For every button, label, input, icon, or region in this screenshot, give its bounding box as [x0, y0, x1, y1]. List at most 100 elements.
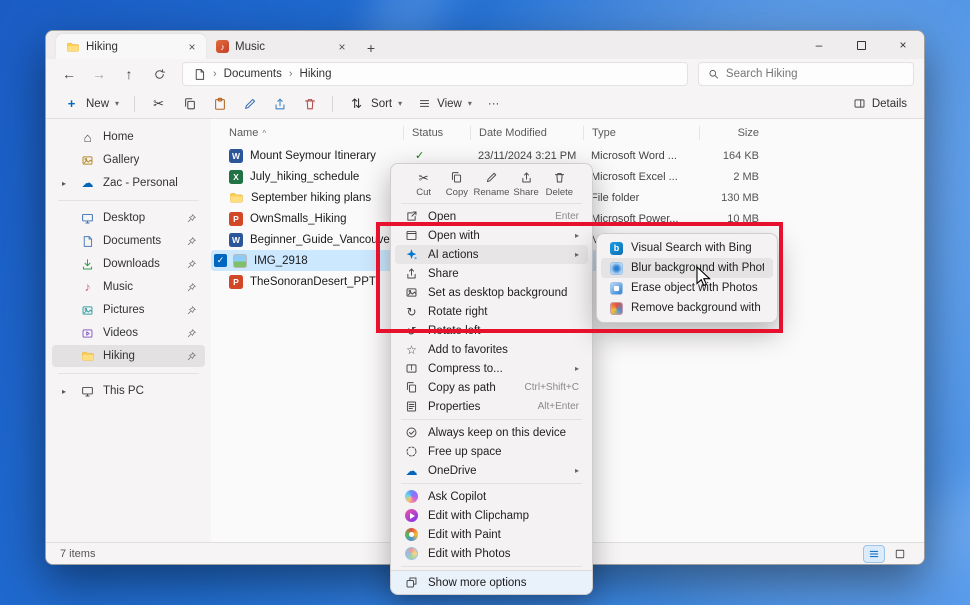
menu-item-ai-actions[interactable]: AI actions ▸: [395, 245, 588, 264]
quick-cut-button[interactable]: ✂ Cut: [407, 170, 440, 198]
menu-item-free-up-space[interactable]: Free up space: [395, 442, 588, 461]
menu-item-onedrive[interactable]: ☁ OneDrive ▸: [395, 461, 588, 480]
star-icon: ☆: [404, 343, 419, 357]
quick-rename-button[interactable]: Rename: [474, 170, 510, 198]
copy-button[interactable]: [176, 92, 204, 116]
menu-item-properties[interactable]: Properties Alt+Enter: [395, 397, 588, 416]
share-icon: [520, 170, 533, 185]
tab-label: Music: [235, 41, 328, 53]
clipchamp-icon: [404, 509, 419, 522]
sidebar-item-home[interactable]: ⌂ Home: [52, 126, 205, 148]
photos-blur-icon: [610, 262, 623, 275]
tab-music[interactable]: ♪ Music ×: [206, 34, 356, 59]
documents-icon: [80, 235, 95, 248]
tab-close-icon[interactable]: ×: [184, 40, 200, 54]
column-header-type[interactable]: Type: [583, 126, 699, 140]
large-icons-view-toggle[interactable]: [890, 546, 910, 562]
chevron-right-icon[interactable]: ▸: [62, 179, 66, 188]
cut-button[interactable]: ✂: [143, 92, 174, 116]
sidebar-item-videos[interactable]: Videos: [52, 322, 205, 344]
up-button[interactable]: ↑: [116, 62, 142, 86]
maximize-button[interactable]: [840, 31, 882, 59]
sidebar-item-label: Downloads: [103, 258, 160, 270]
menu-item-add-to-favorites[interactable]: ☆ Add to favorites: [395, 340, 588, 359]
tab-close-icon[interactable]: ×: [334, 40, 350, 54]
sort-button[interactable]: ⇅ Sort ▾: [341, 92, 409, 116]
breadcrumb-item-hiking[interactable]: Hiking: [300, 68, 332, 80]
sidebar-item-label: Pictures: [103, 304, 145, 316]
sidebar-item-desktop[interactable]: Desktop: [52, 207, 205, 229]
column-header-status[interactable]: Status: [403, 126, 470, 140]
delete-button[interactable]: [296, 92, 324, 116]
menu-item-ask-copilot[interactable]: Ask Copilot: [395, 487, 588, 506]
paste-button[interactable]: [206, 92, 234, 116]
menu-item-set-as-desktop-background[interactable]: Set as desktop background: [395, 283, 588, 302]
file-type: Microsoft Word ...: [583, 145, 699, 166]
sidebar-item-music[interactable]: ♪ Music: [52, 276, 205, 298]
menu-item-always-keep-on-device[interactable]: Always keep on this device: [395, 423, 588, 442]
submenu-item-blur-background-photos[interactable]: Blur background with Photos: [601, 258, 773, 278]
share-button[interactable]: [266, 92, 294, 116]
menu-item-open[interactable]: Open Enter: [395, 207, 588, 226]
quick-copy-button[interactable]: Copy: [440, 170, 473, 198]
column-header-name[interactable]: Name ^: [211, 126, 403, 140]
sidebar-item-documents[interactable]: Documents: [52, 230, 205, 252]
breadcrumb[interactable]: › Documents › Hiking: [182, 62, 688, 86]
refresh-button[interactable]: [146, 62, 172, 86]
tab-hiking[interactable]: Hiking ×: [56, 34, 206, 59]
sidebar-item-pictures[interactable]: Pictures: [52, 299, 205, 321]
check-circle-icon: [404, 426, 419, 439]
sidebar-item-label: Music: [103, 281, 133, 293]
new-button[interactable]: + New ▾: [56, 92, 126, 116]
details-pane-button[interactable]: Details: [846, 92, 914, 116]
forward-button[interactable]: →: [86, 62, 112, 86]
search-box[interactable]: [698, 62, 914, 86]
file-name: TheSonoranDesert_PPT: [250, 276, 376, 288]
sidebar-item-downloads[interactable]: Downloads: [52, 253, 205, 275]
quick-share-button[interactable]: Share: [509, 170, 542, 198]
menu-item-rotate-left[interactable]: ↺ Rotate left: [395, 321, 588, 340]
column-header-date-modified[interactable]: Date Modified: [470, 126, 583, 140]
properties-icon: [404, 400, 419, 413]
list-view-toggle[interactable]: [864, 546, 884, 562]
menu-item-edit-with-clipchamp[interactable]: Edit with Clipchamp: [395, 506, 588, 525]
menu-item-edit-with-photos[interactable]: Edit with Photos: [395, 544, 588, 563]
synced-icon: ✓: [415, 149, 424, 162]
minimize-button[interactable]: –: [798, 31, 840, 59]
home-icon: ⌂: [80, 130, 95, 145]
more-options-button[interactable]: ···: [481, 92, 507, 116]
copy-icon: [183, 97, 197, 111]
column-header-size[interactable]: Size: [699, 126, 769, 140]
menu-item-rotate-right[interactable]: ↻ Rotate right: [395, 302, 588, 321]
sidebar-item-onedrive-personal[interactable]: ▸ ☁ Zac - Personal: [52, 172, 205, 194]
chevron-right-icon[interactable]: ▸: [62, 387, 66, 396]
sidebar-item-this-pc[interactable]: ▸ This PC: [52, 380, 205, 402]
submenu-item-visual-search-bing[interactable]: b Visual Search with Bing: [601, 238, 773, 258]
rename-button[interactable]: [236, 92, 264, 116]
breadcrumb-item-documents[interactable]: Documents: [224, 68, 282, 80]
show-more-icon: [404, 576, 419, 589]
file-name: September hiking plans: [251, 192, 371, 204]
close-button[interactable]: ×: [882, 31, 924, 59]
search-input[interactable]: [726, 68, 904, 80]
submenu-item-remove-background-paint[interactable]: Remove background with Paint: [601, 298, 773, 318]
menu-item-copy-as-path[interactable]: Copy as path Ctrl+Shift+C: [395, 378, 588, 397]
back-button[interactable]: ←: [56, 62, 82, 86]
file-size: 2 MB: [699, 166, 769, 187]
image-file-icon: [233, 254, 247, 268]
menu-item-edit-with-paint[interactable]: Edit with Paint: [395, 525, 588, 544]
view-button[interactable]: View ▾: [411, 92, 479, 116]
sidebar-item-gallery[interactable]: Gallery: [52, 149, 205, 171]
menu-item-open-with[interactable]: Open with ▸: [395, 226, 588, 245]
pin-icon: [186, 282, 197, 293]
rename-icon: [485, 170, 498, 185]
submenu-item-erase-object-photos[interactable]: Erase object with Photos: [601, 278, 773, 298]
menu-item-show-more-options[interactable]: Show more options: [391, 570, 592, 594]
menu-item-compress-to[interactable]: Compress to... ▸: [395, 359, 588, 378]
quick-delete-button[interactable]: Delete: [543, 170, 576, 198]
copy-path-icon: [404, 381, 419, 394]
new-tab-button[interactable]: +: [360, 37, 382, 59]
checkbox-checked-icon[interactable]: ✓: [214, 254, 227, 267]
sidebar-item-hiking[interactable]: Hiking: [52, 345, 205, 367]
menu-item-share[interactable]: Share: [395, 264, 588, 283]
